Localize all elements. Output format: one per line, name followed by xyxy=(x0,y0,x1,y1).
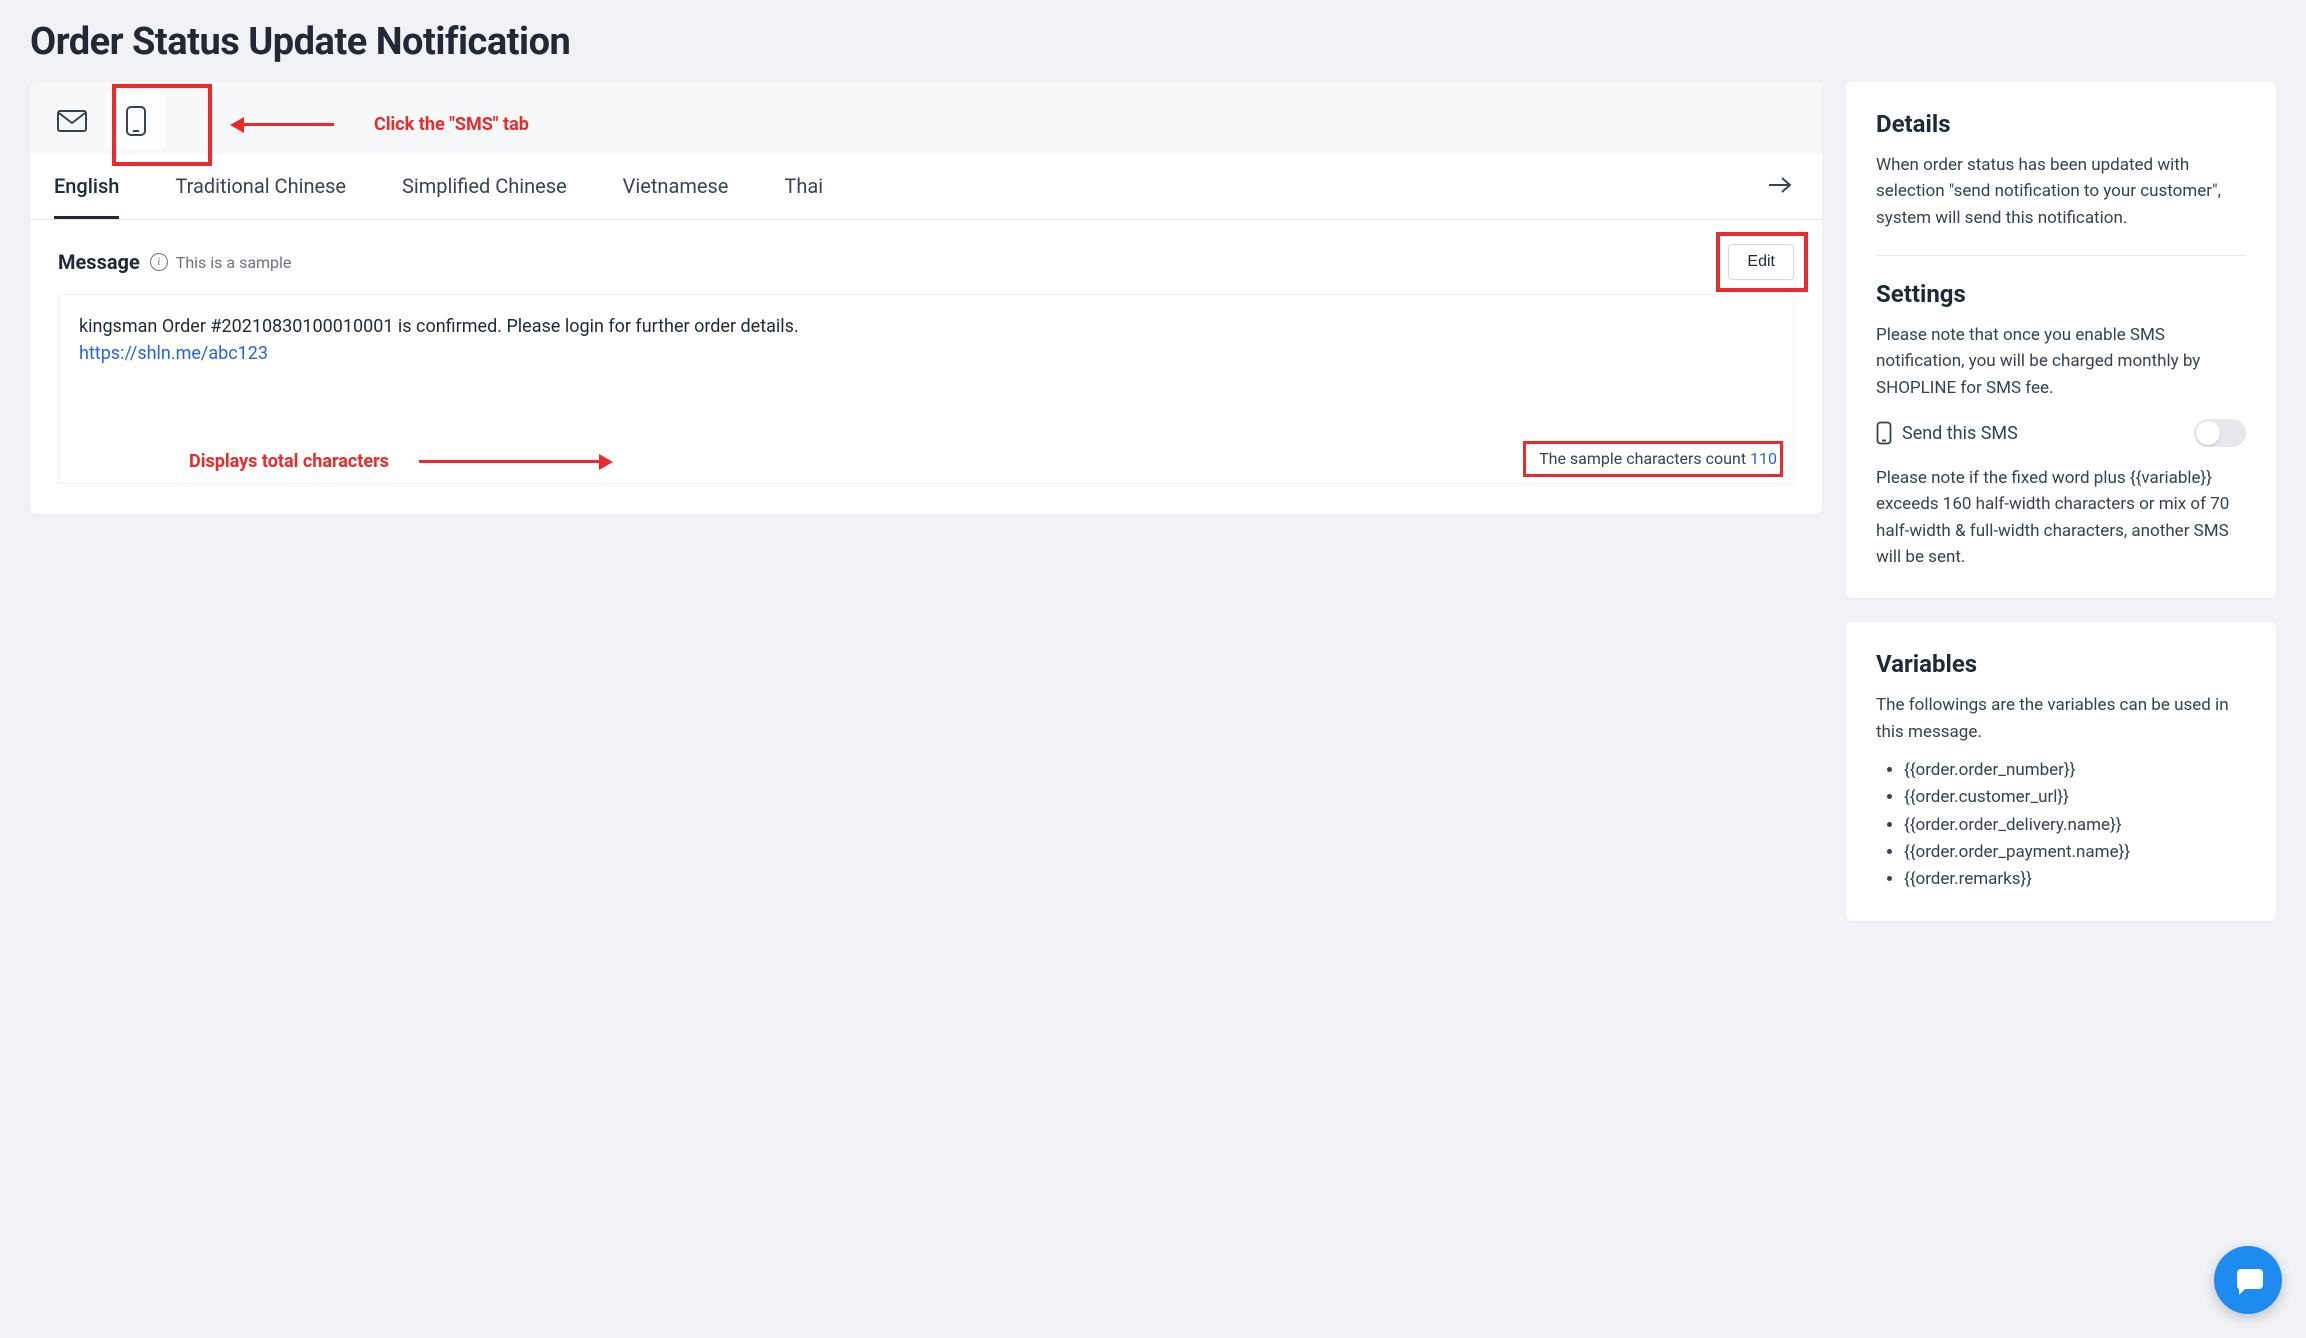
tab-sms[interactable] xyxy=(106,93,166,149)
variable-item: {{order.customer_url}} xyxy=(1904,784,2246,811)
message-text: kingsman Order #20210830100010001 is con… xyxy=(79,316,799,337)
variable-item: {{order.order_delivery.name}} xyxy=(1904,812,2246,839)
tab-email[interactable] xyxy=(42,93,102,149)
send-sms-label: Send this SMS xyxy=(1902,423,2018,444)
message-link[interactable]: https://shln.me/abc123 xyxy=(79,343,268,364)
details-text: When order status has been updated with … xyxy=(1876,152,2246,231)
variables-list: {{order.order_number}} {{order.customer_… xyxy=(1876,757,2246,893)
language-tabs: English Traditional Chinese Simplified C… xyxy=(30,154,1822,220)
character-count: The sample characters count 110 xyxy=(1539,447,1777,471)
info-icon[interactable]: i xyxy=(150,253,168,271)
lang-tab-simplified-chinese[interactable]: Simplified Chinese xyxy=(402,154,567,219)
page-title: Order Status Update Notification xyxy=(30,20,2276,64)
variable-item: {{order.order_payment.name}} xyxy=(1904,839,2246,866)
settings-note: Please note if the fixed word plus {{var… xyxy=(1876,465,2246,570)
variables-card: Variables The followings are the variabl… xyxy=(1846,622,2276,921)
message-section: Message i This is a sample Edit kingsman… xyxy=(30,220,1822,514)
divider xyxy=(1876,255,2246,256)
details-heading: Details xyxy=(1876,110,2246,138)
variables-intro: The followings are the variables can be … xyxy=(1876,692,2246,745)
variables-heading: Variables xyxy=(1876,650,2246,678)
variable-item: {{order.remarks}} xyxy=(1904,866,2246,893)
phone-small-icon xyxy=(1876,421,1892,445)
lang-tabs-next[interactable] xyxy=(1762,157,1798,217)
message-body: kingsman Order #20210830100010001 is con… xyxy=(58,294,1794,484)
message-heading: Message xyxy=(58,250,140,274)
sample-hint: This is a sample xyxy=(176,253,292,272)
lang-tab-traditional-chinese[interactable]: Traditional Chinese xyxy=(175,154,346,219)
phone-icon xyxy=(125,105,147,137)
lang-tab-vietnamese[interactable]: Vietnamese xyxy=(623,154,729,219)
variable-item: {{order.order_number}} xyxy=(1904,757,2246,784)
lang-tab-thai[interactable]: Thai xyxy=(784,154,823,219)
lang-tab-english[interactable]: English xyxy=(54,154,119,219)
settings-text: Please note that once you enable SMS not… xyxy=(1876,322,2246,401)
send-sms-toggle[interactable] xyxy=(2194,419,2246,447)
annotation-sms-arrow: Click the "SMS" tab xyxy=(230,114,529,135)
main-panel: Click the "SMS" tab English Traditional … xyxy=(30,82,1822,514)
channel-tabs: Click the "SMS" tab xyxy=(30,82,1822,154)
char-count-value: 110 xyxy=(1750,449,1777,468)
chat-icon xyxy=(2231,1263,2265,1297)
edit-button[interactable]: Edit xyxy=(1728,244,1794,280)
settings-heading: Settings xyxy=(1876,280,2246,308)
chat-fab[interactable] xyxy=(2214,1246,2282,1314)
annotation-sms-label: Click the "SMS" tab xyxy=(374,114,529,135)
mail-icon xyxy=(57,110,87,132)
details-card: Details When order status has been updat… xyxy=(1846,82,2276,598)
char-count-label: The sample characters count xyxy=(1539,449,1750,468)
arrow-right-icon xyxy=(1768,177,1792,193)
annotation-count-label: Displays total characters xyxy=(189,448,389,475)
annotation-count-arrow: Displays total characters xyxy=(189,448,613,475)
